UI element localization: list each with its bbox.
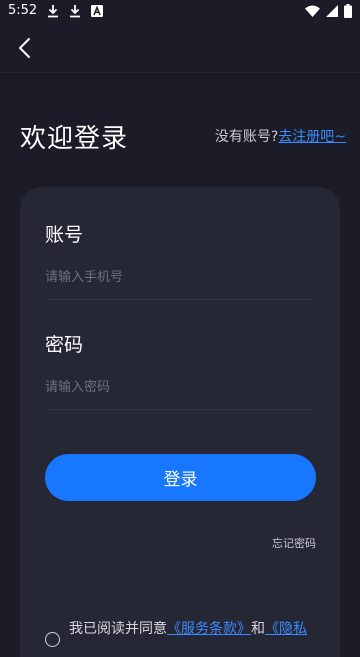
login-button[interactable]: 登录 (45, 454, 316, 501)
a-notification-icon (91, 4, 104, 17)
status-bar: 5:52 (0, 0, 360, 24)
phone-input[interactable] (45, 255, 315, 300)
agreement-text: 我已阅读并同意《服务条款》和《隐私 (69, 618, 307, 638)
back-button[interactable] (12, 34, 40, 62)
status-time: 5:52 (8, 3, 38, 18)
terms-link[interactable]: 《服务条款》 (167, 621, 251, 637)
password-input[interactable] (45, 365, 315, 410)
status-right (305, 4, 352, 18)
password-label: 密码 (45, 334, 84, 356)
agreement-conjunction: 和 (251, 621, 265, 637)
page-title: 欢迎登录 (20, 124, 129, 154)
download-icon (70, 4, 81, 17)
battery-icon (344, 4, 352, 18)
forgot-password-link[interactable]: 忘记密码 (272, 535, 316, 551)
agreement-prefix: 我已阅读并同意 (69, 621, 167, 637)
register-row: 没有账号?去注册吧~ (215, 126, 346, 146)
chevron-left-icon (19, 38, 30, 58)
agreement-radio[interactable] (45, 632, 60, 647)
status-left: 5:52 (8, 3, 104, 18)
signal-icon (326, 5, 338, 17)
wifi-icon (305, 5, 320, 17)
download-icon (48, 4, 59, 17)
app-bar (0, 24, 360, 73)
account-label: 账号 (45, 224, 84, 246)
privacy-link[interactable]: 《隐私 (265, 621, 307, 637)
register-prompt: 没有账号? (214, 129, 279, 145)
login-card: 账号 密码 登录 忘记密码 我已阅读并同意《服务条款》和《隐私 (20, 187, 340, 657)
register-link[interactable]: 去注册吧~ (278, 129, 346, 145)
